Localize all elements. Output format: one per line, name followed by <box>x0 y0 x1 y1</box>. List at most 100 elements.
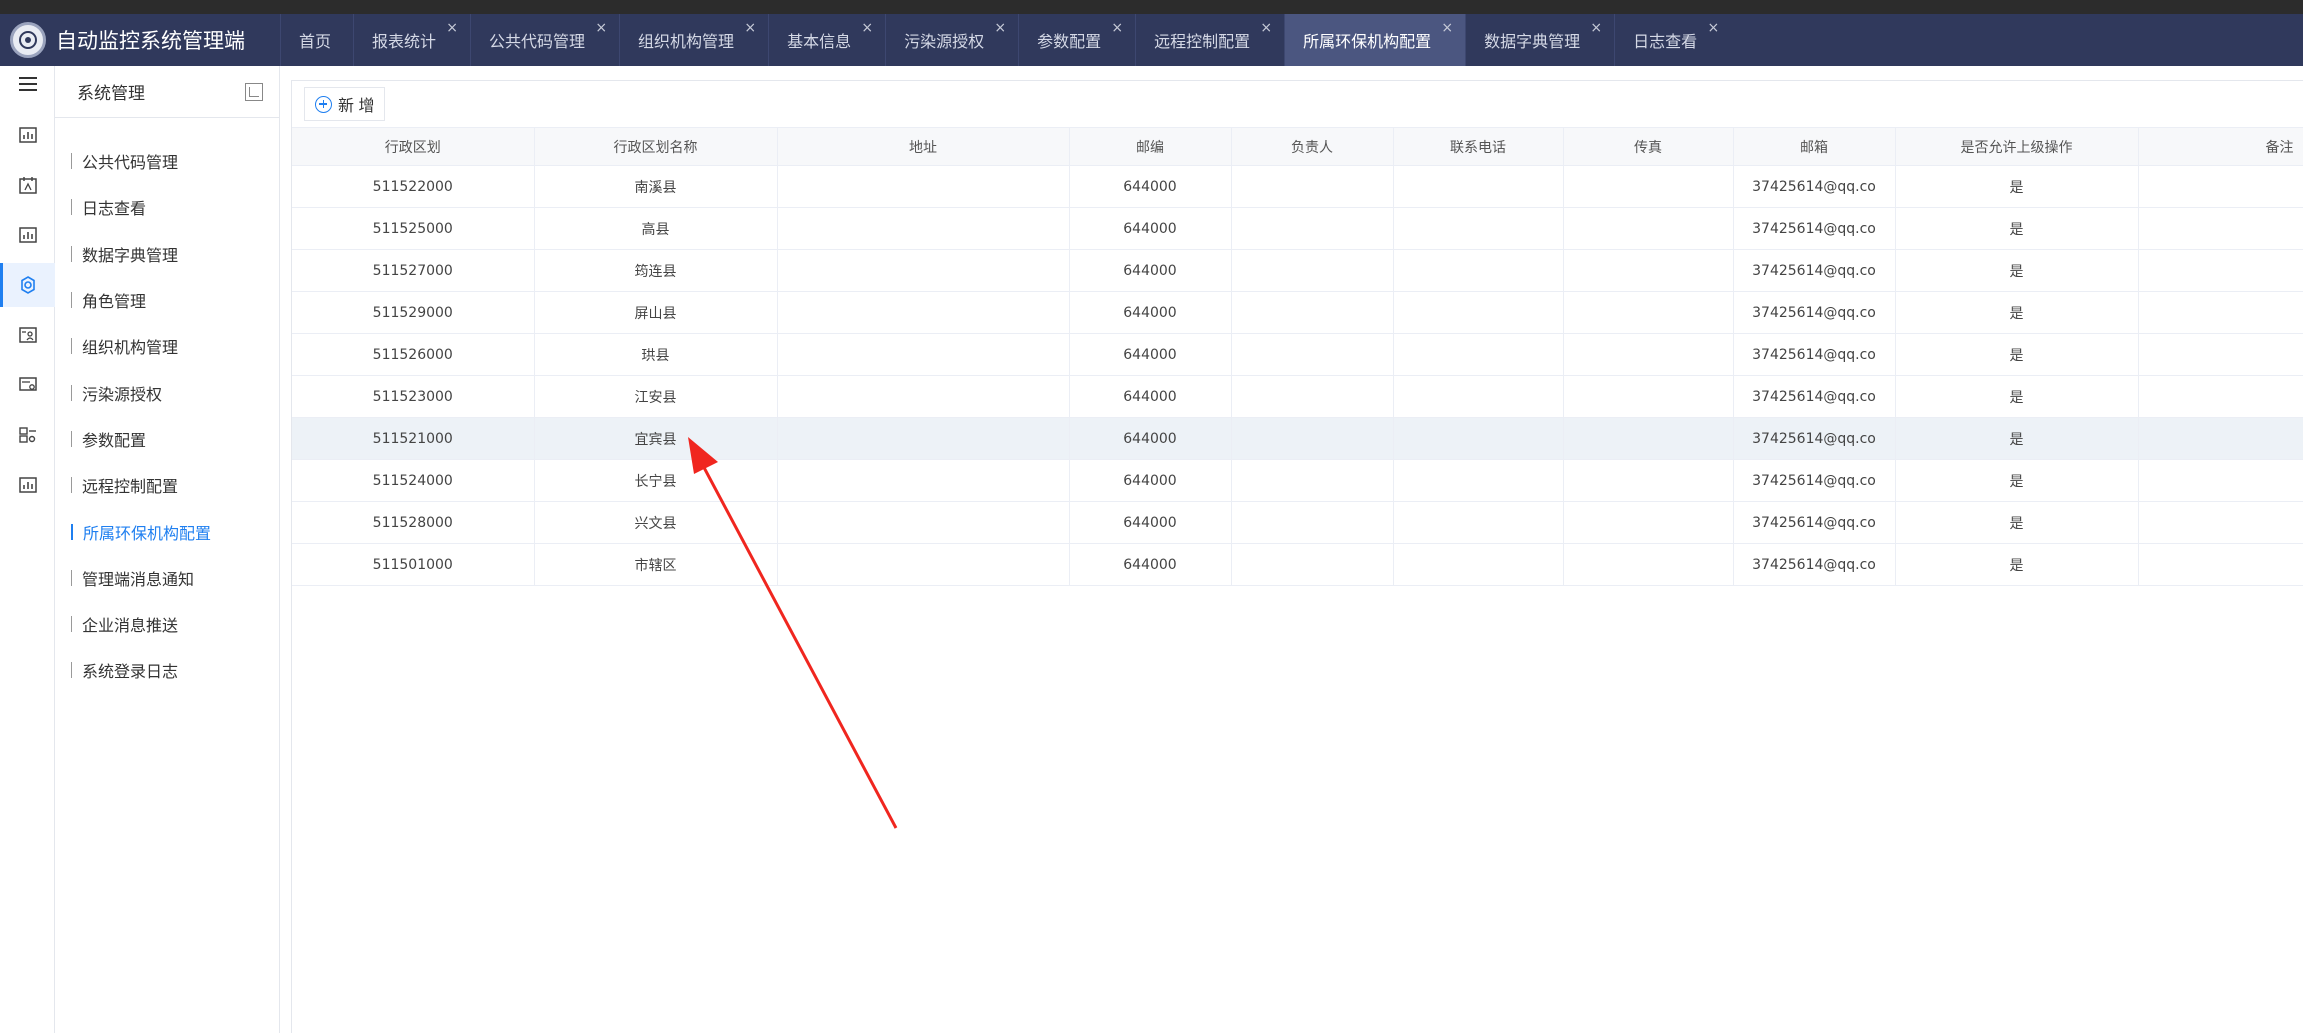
item-marker <box>71 292 72 309</box>
table-row[interactable]: 511529000 屏山县 644000 37425614@qq.co 是 <box>292 291 2303 334</box>
rail-item-7[interactable] <box>0 463 55 507</box>
sidebar-item-6[interactable]: 参数配置 <box>55 416 279 462</box>
column-header-4[interactable]: 负责人 <box>1231 127 1394 166</box>
table-cell <box>1563 291 1734 334</box>
close-icon[interactable]: × <box>1260 20 1272 36</box>
close-icon[interactable]: × <box>446 20 458 36</box>
item-marker <box>71 477 72 494</box>
tab-8[interactable]: 所属环保机构配置 × <box>1284 14 1466 66</box>
rail-item-1[interactable] <box>0 163 55 207</box>
report-icon <box>18 127 37 143</box>
close-icon[interactable]: × <box>744 20 756 36</box>
table-row[interactable]: 511526000 珙县 644000 37425614@qq.co 是 <box>292 333 2303 376</box>
column-header-2[interactable]: 地址 <box>777 127 1070 166</box>
tab-1[interactable]: 报表统计 × <box>353 14 470 66</box>
close-icon[interactable]: × <box>1441 20 1453 36</box>
table-cell <box>777 207 1070 250</box>
table-row[interactable]: 511501000 市辖区 644000 37425614@qq.co 是 <box>292 543 2303 586</box>
table-cell <box>1393 207 1564 250</box>
table-body: 511522000 南溪县 644000 37425614@qq.co 是 5115250… <box>292 165 2303 586</box>
content-panel: 新 增 行政区划 行政区划名称 地址 邮编 负责人 联系电话 传真 邮箱 是否允许上级操作 备注 … <box>291 80 2303 1033</box>
tab-0[interactable]: 首页 <box>280 14 353 66</box>
tab-bar: 首页 报表统计 × 公共代码管理 × 组织机构管理 × 基本信息 × 污染源授权 × 参数配置 × 远程控… <box>280 14 2303 66</box>
sidebar-item-3[interactable]: 角色管理 <box>55 277 279 323</box>
table-cell: 644000 <box>1069 249 1232 292</box>
tab-7[interactable]: 远程控制配置 × <box>1135 14 1284 66</box>
table-cell: 511521000 <box>292 417 535 460</box>
sidebar-item-7[interactable]: 远程控制配置 <box>55 462 279 508</box>
rail-item-3[interactable] <box>0 263 55 307</box>
tab-label: 公共代码管理 <box>489 32 586 51</box>
table-cell: 江安县 <box>534 375 778 418</box>
sidebar-item-11[interactable]: 系统登录日志 <box>55 647 279 693</box>
sidebar-header: 系统管理 <box>55 66 279 118</box>
tab-10[interactable]: 日志查看 × <box>1614 14 1731 66</box>
table-cell: 是 <box>1895 375 2139 418</box>
sidebar-item-2[interactable]: 数据字典管理 <box>55 231 279 277</box>
close-icon[interactable]: × <box>1111 20 1123 36</box>
rail-item-6[interactable] <box>0 413 55 457</box>
rail-item-2[interactable] <box>0 213 55 257</box>
bar-chart-icon <box>18 227 37 243</box>
table-row[interactable]: 511524000 长宁县 644000 37425614@qq.co 是 <box>292 459 2303 502</box>
column-header-7[interactable]: 邮箱 <box>1733 127 1896 166</box>
tab-6[interactable]: 参数配置 × <box>1018 14 1135 66</box>
table-cell: 是 <box>1895 501 2139 544</box>
table-row[interactable]: 511528000 兴文县 644000 37425614@qq.co 是 <box>292 501 2303 544</box>
close-icon[interactable]: × <box>1590 20 1602 36</box>
sidebar-item-5[interactable]: 污染源授权 <box>55 369 279 415</box>
rail-item-5[interactable] <box>0 363 55 407</box>
table-cell: 37425614@qq.co <box>1733 501 1896 544</box>
column-header-6[interactable]: 传真 <box>1563 127 1734 166</box>
collapse-icon[interactable] <box>245 82 263 101</box>
table-cell: 是 <box>1895 207 2139 250</box>
column-header-5[interactable]: 联系电话 <box>1393 127 1564 166</box>
table-row[interactable]: 511521000 宜宾县 644000 37425614@qq.co 是 <box>292 417 2303 460</box>
sidebar-item-0[interactable]: 公共代码管理 <box>55 138 279 184</box>
table-cell: 37425614@qq.co <box>1733 249 1896 292</box>
table-cell <box>777 249 1070 292</box>
table-row[interactable]: 511527000 筠连县 644000 37425614@qq.co 是 <box>292 249 2303 292</box>
column-header-1[interactable]: 行政区划名称 <box>534 127 778 166</box>
tab-5[interactable]: 污染源授权 × <box>885 14 1018 66</box>
tab-2[interactable]: 公共代码管理 × <box>470 14 619 66</box>
sidebar-item-label: 管理端消息通知 <box>82 569 195 589</box>
column-header-8[interactable]: 是否允许上级操作 <box>1895 127 2139 166</box>
rail-item-0[interactable] <box>0 113 55 157</box>
table-row[interactable]: 511522000 南溪县 644000 37425614@qq.co 是 <box>292 165 2303 208</box>
column-header-3[interactable]: 邮编 <box>1069 127 1232 166</box>
table-cell <box>1563 543 1734 586</box>
close-icon[interactable]: × <box>861 20 873 36</box>
tab-9[interactable]: 数据字典管理 × <box>1465 14 1614 66</box>
table-cell: 珙县 <box>534 333 778 376</box>
rail-item-4[interactable] <box>0 313 55 357</box>
table-header: 行政区划 行政区划名称 地址 邮编 负责人 联系电话 传真 邮箱 是否允许上级操作 备注 <box>292 127 2303 166</box>
table-cell <box>1393 333 1564 376</box>
add-button[interactable]: 新 增 <box>304 87 386 121</box>
column-header-9[interactable]: 备注 <box>2138 127 2303 166</box>
table-cell: 南溪县 <box>534 165 778 208</box>
sidebar-item-label: 日志查看 <box>82 199 147 219</box>
close-icon[interactable]: × <box>595 20 607 36</box>
table-cell: 市辖区 <box>534 543 778 586</box>
column-header-0[interactable]: 行政区划 <box>292 127 535 166</box>
sidebar-item-9[interactable]: 管理端消息通知 <box>55 555 279 601</box>
sidebar-item-4[interactable]: 组织机构管理 <box>55 323 279 369</box>
tab-4[interactable]: 基本信息 × <box>768 14 885 66</box>
table-row[interactable]: 511523000 江安县 644000 37425614@qq.co 是 <box>292 375 2303 418</box>
menu-toggle-button[interactable] <box>0 66 55 102</box>
table-cell: 长宁县 <box>534 459 778 502</box>
table-cell: 37425614@qq.co <box>1733 375 1896 418</box>
sidebar-item-8[interactable]: 所属环保机构配置 <box>55 508 279 554</box>
table-row[interactable]: 511525000 高县 644000 37425614@qq.co 是 <box>292 207 2303 250</box>
sidebar-list: 公共代码管理日志查看数据字典管理 角色管理 组织机构管理污染源授权参数配置 远程控制配… <box>55 118 279 694</box>
table-cell <box>1393 459 1564 502</box>
table-cell <box>2138 333 2303 376</box>
sidebar-item-10[interactable]: 企业消息推送 <box>55 601 279 647</box>
sidebar-item-label: 污染源授权 <box>82 384 163 404</box>
close-icon[interactable]: × <box>994 20 1006 36</box>
tab-3[interactable]: 组织机构管理 × <box>619 14 768 66</box>
close-icon[interactable]: × <box>1707 20 1719 36</box>
sidebar-item-1[interactable]: 日志查看 <box>55 184 279 230</box>
table-cell: 644000 <box>1069 207 1232 250</box>
